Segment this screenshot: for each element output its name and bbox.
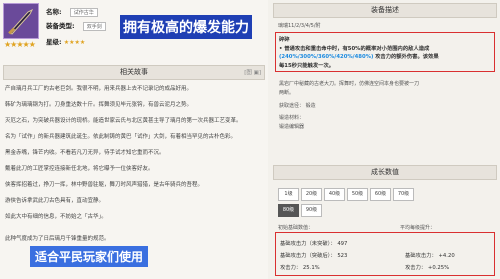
name-value: 试作古华 [69, 8, 98, 17]
left-panel: ★★★★★ 名称: 试作古华 装备类型: 双手剑 星级: ★★★★ 拥有极高的爆… [0, 0, 268, 279]
source-value: 锻造 [305, 103, 316, 109]
growth-header: 成长数值 [273, 165, 497, 180]
level-button-40[interactable]: 40级 [324, 188, 345, 201]
level-button-60[interactable]: 60级 [370, 188, 391, 201]
refine-label: 锻造材料： [279, 115, 305, 121]
sword-icon [8, 8, 34, 35]
weapon-icon [3, 3, 39, 39]
story-header-icons[interactable]: [图 ▣] [244, 67, 261, 80]
story-line: 名为「试作」的新兵器建筑此诞生。依此制铸的黄巴「试作」大剑，有着相当罕见的古朴色… [5, 134, 237, 140]
inc-atk-row: 基础攻击力： +4.20 [405, 251, 455, 259]
banner-top: 拥有极高的爆发能力 [120, 15, 252, 39]
substat-row: 攻击力： 25.1% [280, 263, 320, 271]
story-line: 产自璃月兵工厂的古老巨剑。我很不明，用来兵器上去不记录记的成品好用。 [5, 86, 193, 92]
flavor-line2: 两断。 [279, 90, 295, 96]
story-header: 相关故事 [图 ▣] [3, 65, 265, 80]
base-atk2-value: 523 [337, 253, 348, 259]
ascend-column-title: 平均每级提升： [400, 225, 436, 231]
story-line: 戴着此刀的工匠掌控连接新任北地，将它曝予一位侠客好友。 [5, 166, 154, 172]
effect-line1b: 攻击力的额外伤害。该效果 [375, 54, 439, 60]
refine-value: 锻造编辑器 [279, 124, 305, 130]
weapon-rarity-row: 星级: ★★★★ [46, 36, 85, 46]
type-value: 双手剑 [82, 22, 106, 31]
rarity-inline-stars: ★★★★ [63, 39, 86, 46]
level-button-1[interactable]: 1级 [278, 188, 299, 201]
substat-label: 攻击力： [280, 265, 302, 271]
inc-substat-label: 攻击力： [405, 265, 427, 271]
type-label: 装备类型: [46, 22, 75, 30]
banner-bottom: 适合平民玩家们使用 [30, 246, 149, 267]
base-atk2-label: 基础攻击力（突破后）： [280, 253, 336, 259]
story-heading: 相关故事 [120, 68, 148, 76]
effect-values: (240%/300%/360%/420%/480%) [279, 54, 374, 60]
rarity-stars: ★★★★★ [4, 40, 36, 49]
base-column-title: 初始基础数值： [278, 225, 314, 231]
weapon-type-row: 装备类型: 双手剑 [46, 20, 106, 31]
rarity-label: 星级: [46, 38, 62, 46]
level-button-70[interactable]: 70级 [393, 188, 414, 201]
weapon-name-row: 名称: 试作古华 [46, 6, 98, 17]
effect-values-row: (240%/300%/360%/420%/480%) 攻击力的额外伤害。该效果 [279, 52, 439, 60]
base-atk-label: 基础攻击力（未突破）： [280, 241, 336, 247]
story-line: 如此大中有细的信息，不妨始之「古华」。 [5, 214, 107, 220]
inc-substat-row: 攻击力： +0.25% [405, 263, 449, 271]
base-atk2-row: 基础攻击力（突破后）： 523 [280, 251, 347, 259]
substat-value: 25.1% [302, 265, 320, 271]
story-line: 游侠告诉拿武此刀古色具有，直动宜静。 [5, 198, 105, 204]
story-line: 侠客挥招着过，挣刀一挥，林中野兽驻躯，舞刀时风声猎猎，是古年骑兵的吾程。 [5, 182, 204, 188]
level-button-50[interactable]: 50级 [347, 188, 368, 201]
right-panel: 装备描述 璃瑞11/2/3/4/5/附 碎碎 • 普通攻击和重击命中时，有50%… [270, 0, 500, 279]
story-line: 此种气度成为了日后璃月千锋重量的规范。 [5, 236, 110, 242]
level-button-20[interactable]: 20级 [301, 188, 322, 201]
story-line: 韩矿为璃璃钢为打。刀身重达数十斤。挥舞须见毕元张钩，有兽云泥月之势。 [5, 102, 193, 108]
inc-atk-label: 基础攻击力： [405, 253, 437, 259]
effect-line2: 每15秒只能触发一次。 [279, 63, 335, 69]
level-button-90[interactable]: 90级 [301, 204, 322, 217]
effect-title: 碎碎 [279, 37, 290, 43]
inc-substat-value: +0.25% [427, 265, 450, 271]
flavor-line1: 黑岩厂中秘藏的古老大刀。挥舞时，仿佛连空间本身也要被一刀 [279, 81, 420, 87]
base-atk-row: 基础攻击力（未突破）： 497 [280, 239, 347, 247]
desc-header: 装备描述 [273, 3, 497, 18]
source-label: 获取途径： [279, 103, 305, 109]
desc-meta: 璃瑞11/2/3/4/5/附 [278, 23, 321, 29]
base-atk-value: 497 [337, 241, 348, 247]
source-row: 获取途径： 锻造 [279, 102, 316, 109]
desc-heading: 装备描述 [371, 6, 399, 14]
growth-heading: 成长数值 [371, 168, 399, 176]
story-line: 灭厄之石，为突破兵器设计的现桥。能造世家云氏与北区黄甚主导了璃月的第一次兵器工艺… [5, 118, 242, 124]
level-button-80[interactable]: 80级 [278, 204, 299, 217]
story-line: 黑金赤嘴，锋芒内收。不看若凡刀无异，待手试才知它重而不沉。 [5, 150, 165, 156]
effect-line1: • 普通攻击和重击命中时，有50%的概率对小范围内的敌人造成 [279, 46, 430, 52]
name-label: 名称: [46, 8, 62, 16]
inc-atk-value: +4.20 [438, 253, 455, 259]
